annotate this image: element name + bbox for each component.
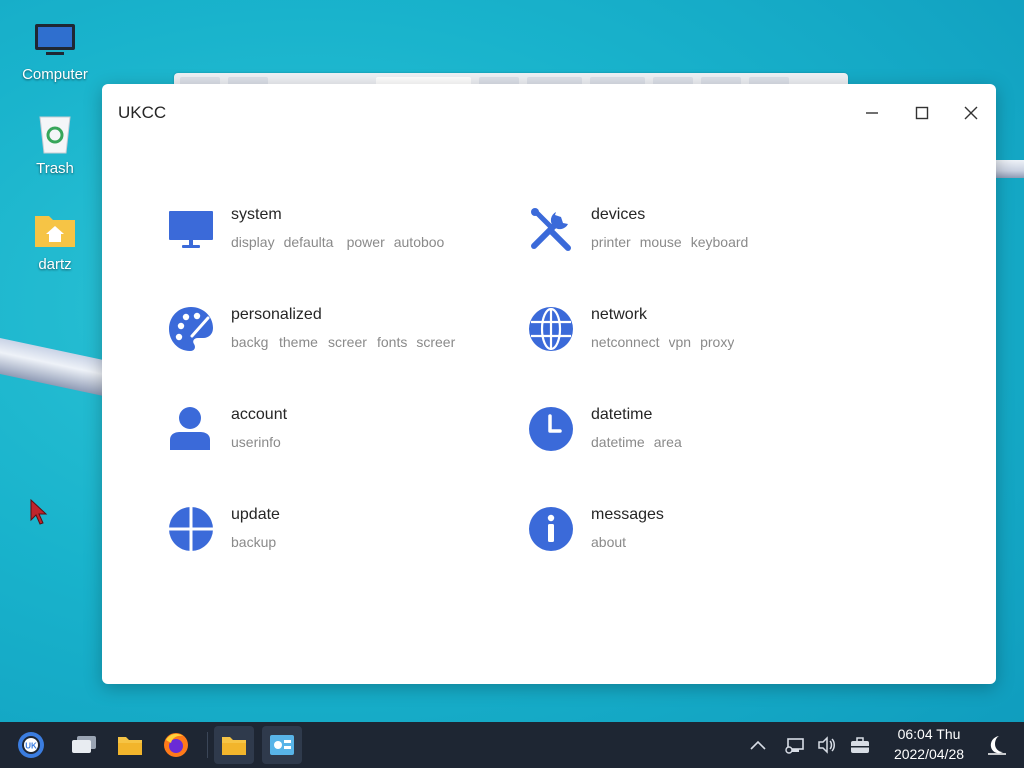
tools-tray-button[interactable] (841, 726, 879, 764)
wallpaper-bridge (0, 338, 104, 397)
taskbar-app-settings[interactable] (262, 726, 302, 764)
home-folder-icon (33, 208, 77, 252)
subitem[interactable]: printer (591, 234, 631, 250)
category-account[interactable]: account userinfo (168, 404, 468, 454)
clock-icon (529, 407, 573, 451)
desktop-icon-label: dartz (38, 256, 72, 273)
subitem[interactable]: power (347, 234, 385, 250)
globe-icon (529, 307, 573, 351)
clock[interactable]: 06:04 Thu 2022/04/28 (884, 724, 974, 764)
subitem[interactable]: about (591, 534, 626, 550)
subitem[interactable]: display (231, 234, 275, 250)
maximize-button[interactable] (909, 100, 935, 126)
subitem[interactable]: screer (328, 334, 368, 350)
volume-icon (818, 736, 835, 754)
window-title: UKCC (118, 103, 167, 122)
subitem[interactable]: screer (416, 334, 456, 350)
subitem[interactable]: datetime (591, 434, 645, 450)
clock-date: 2022/04/28 (893, 746, 965, 762)
subitem[interactable]: vpn (669, 334, 692, 350)
category-network[interactable]: network netconnect vpn proxy (528, 304, 828, 354)
multitask-button[interactable] (64, 726, 104, 764)
taskbar-separator (207, 732, 208, 758)
desktop-icon-home[interactable]: dartz (15, 208, 95, 273)
multitask-icon (72, 736, 96, 753)
info-icon (529, 507, 573, 551)
subitem[interactable]: proxy (700, 334, 734, 350)
subitem[interactable]: backup (231, 534, 276, 550)
category-subitems: about (591, 534, 626, 550)
palette-icon (169, 307, 213, 351)
category-subitems: userinfo (231, 434, 281, 450)
subitem[interactable]: theme (279, 334, 319, 350)
category-subitems: printer mouse keyboard (591, 234, 748, 250)
taskbar-app-files[interactable] (214, 726, 254, 764)
minimize-button[interactable] (859, 100, 885, 126)
start-menu-icon: UK (18, 732, 44, 758)
category-name: system (231, 206, 282, 223)
desktop-icon-computer[interactable]: Computer (15, 18, 95, 83)
firefox-button[interactable] (156, 726, 196, 764)
category-name: update (231, 506, 280, 523)
subitem[interactable]: defaulta (284, 234, 338, 250)
network-wired-icon (785, 738, 804, 754)
desktop-icon-label: Computer (22, 66, 88, 83)
subitem[interactable]: netconnect (591, 334, 660, 350)
category-subitems: backup (231, 534, 276, 550)
subitem[interactable]: autoboo (394, 234, 450, 250)
category-subitems: datetime area (591, 434, 682, 450)
category-name: devices (591, 206, 646, 223)
monitor-icon (169, 211, 213, 248)
moon-icon (988, 736, 1006, 755)
subitem[interactable]: userinfo (231, 434, 281, 450)
computer-icon (33, 18, 77, 62)
subitem[interactable]: area (654, 434, 682, 450)
tools-icon (531, 208, 571, 251)
subitem[interactable]: mouse (640, 234, 682, 250)
chevron-up-icon (750, 740, 766, 750)
category-name: messages (591, 506, 664, 523)
category-update[interactable]: update backup (168, 504, 468, 554)
category-devices[interactable]: devices printer mouse keyboard (528, 204, 828, 254)
briefcase-icon (851, 737, 869, 753)
subitem[interactable]: keyboard (691, 234, 749, 250)
mouse-cursor-icon (30, 499, 48, 525)
desktop-icon-trash[interactable]: Trash (15, 112, 95, 177)
close-icon (964, 106, 978, 120)
trash-icon (33, 112, 77, 156)
category-name: personalized (231, 306, 322, 323)
category-name: network (591, 306, 648, 323)
maximize-icon (915, 106, 929, 120)
night-mode-button[interactable] (978, 726, 1016, 764)
minimize-icon (866, 112, 878, 114)
folder-icon (118, 737, 142, 755)
subitem[interactable]: fonts (377, 334, 407, 350)
category-personalized[interactable]: personalized backg theme screer fonts sc… (168, 304, 468, 354)
firefox-icon (164, 733, 188, 757)
category-datetime[interactable]: datetime datetime area (528, 404, 828, 454)
file-manager-button[interactable] (110, 726, 150, 764)
subitem[interactable]: backg (231, 334, 270, 350)
svg-text:UK: UK (25, 742, 37, 751)
category-name: datetime (591, 406, 653, 423)
category-system[interactable]: system display defaulta power autoboo (168, 204, 468, 254)
desktop-icon-label: Trash (36, 160, 74, 177)
control-center-icon (270, 735, 294, 755)
start-menu-button[interactable]: UK (11, 726, 51, 764)
settings-window: UKCC system display defaulta power autob… (102, 84, 996, 684)
clock-time: 06:04 Thu (897, 726, 961, 742)
category-subitems: backg theme screer fonts screer (231, 334, 456, 350)
category-name: account (231, 406, 288, 423)
folder-icon (222, 737, 246, 755)
category-messages[interactable]: messages about (528, 504, 828, 554)
wallpaper-bridge (994, 160, 1024, 178)
category-subitems: display defaulta power autoboo (231, 234, 450, 250)
taskbar: UK 06:04 Thu 2022/04/28 (0, 722, 1024, 768)
tray-expand-button[interactable] (738, 726, 778, 764)
update-icon (168, 506, 214, 552)
user-icon (170, 407, 210, 450)
close-button[interactable] (958, 100, 984, 126)
category-subitems: netconnect vpn proxy (591, 334, 734, 350)
